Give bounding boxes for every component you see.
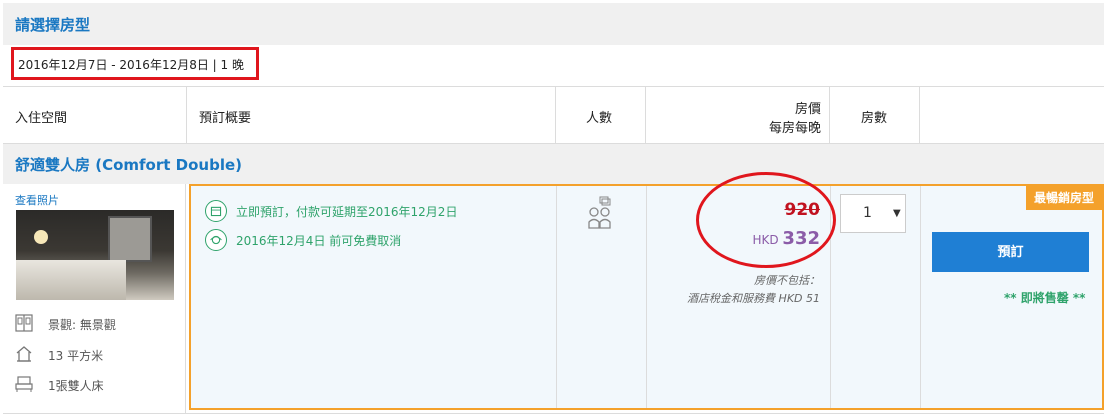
rate-option: 立即預訂，付款可延期至2016年12月2日 2016年12月4日 前可免費取消 … <box>189 184 1104 410</box>
view-photos-link[interactable]: 查看照片 <box>15 192 59 208</box>
col-summary: 預訂概要 <box>186 87 555 144</box>
room-name: 舒適雙人房 (Comfort Double) <box>15 156 242 174</box>
book-button[interactable]: 預訂 <box>932 232 1089 272</box>
house-icon <box>16 346 32 362</box>
chevron-down-icon: ▼ <box>893 208 901 219</box>
guests-icon <box>588 196 611 229</box>
annotation-highlight-oval <box>696 172 836 268</box>
refund-icon <box>205 229 227 251</box>
bed-icon <box>15 376 33 392</box>
table-header: 入住空間 預訂概要 人數 房價 每房每晚 房數 <box>3 86 1104 144</box>
col-price: 房價 每房每晚 <box>645 87 829 144</box>
room-selection-header: 請選擇房型 <box>3 3 1104 45</box>
col-action <box>919 87 1104 144</box>
calendar-icon <box>205 200 227 222</box>
col-arrival: 入住空間 <box>15 111 68 126</box>
room-details: 查看照片 景觀: 無景觀 13 平方米 1張雙人床 <box>3 184 186 414</box>
room-count-select[interactable]: 1 ▼ <box>840 194 906 233</box>
col-guests: 人數 <box>555 87 645 144</box>
col-rooms: 房數 <box>829 87 919 144</box>
selling-fast-label: ** 即將售罄 ** <box>1004 291 1086 305</box>
room-row: 查看照片 景觀: 無景觀 13 平方米 1張雙人床 立即預訂，付款可延期至201… <box>3 184 1104 414</box>
tax-note: 房價不包括： 酒店稅金和服務費 HKD 51 <box>687 274 820 305</box>
page-title: 請選擇房型 <box>15 16 91 34</box>
room-photo[interactable] <box>16 210 174 300</box>
best-seller-badge: 最暢銷房型 <box>1026 186 1102 210</box>
stay-dates: 2016年12月7日 - 2016年12月8日 | 1 晚 <box>18 58 244 72</box>
window-icon <box>15 314 33 332</box>
room-type-header: 舒適雙人房 (Comfort Double) <box>3 144 1104 184</box>
